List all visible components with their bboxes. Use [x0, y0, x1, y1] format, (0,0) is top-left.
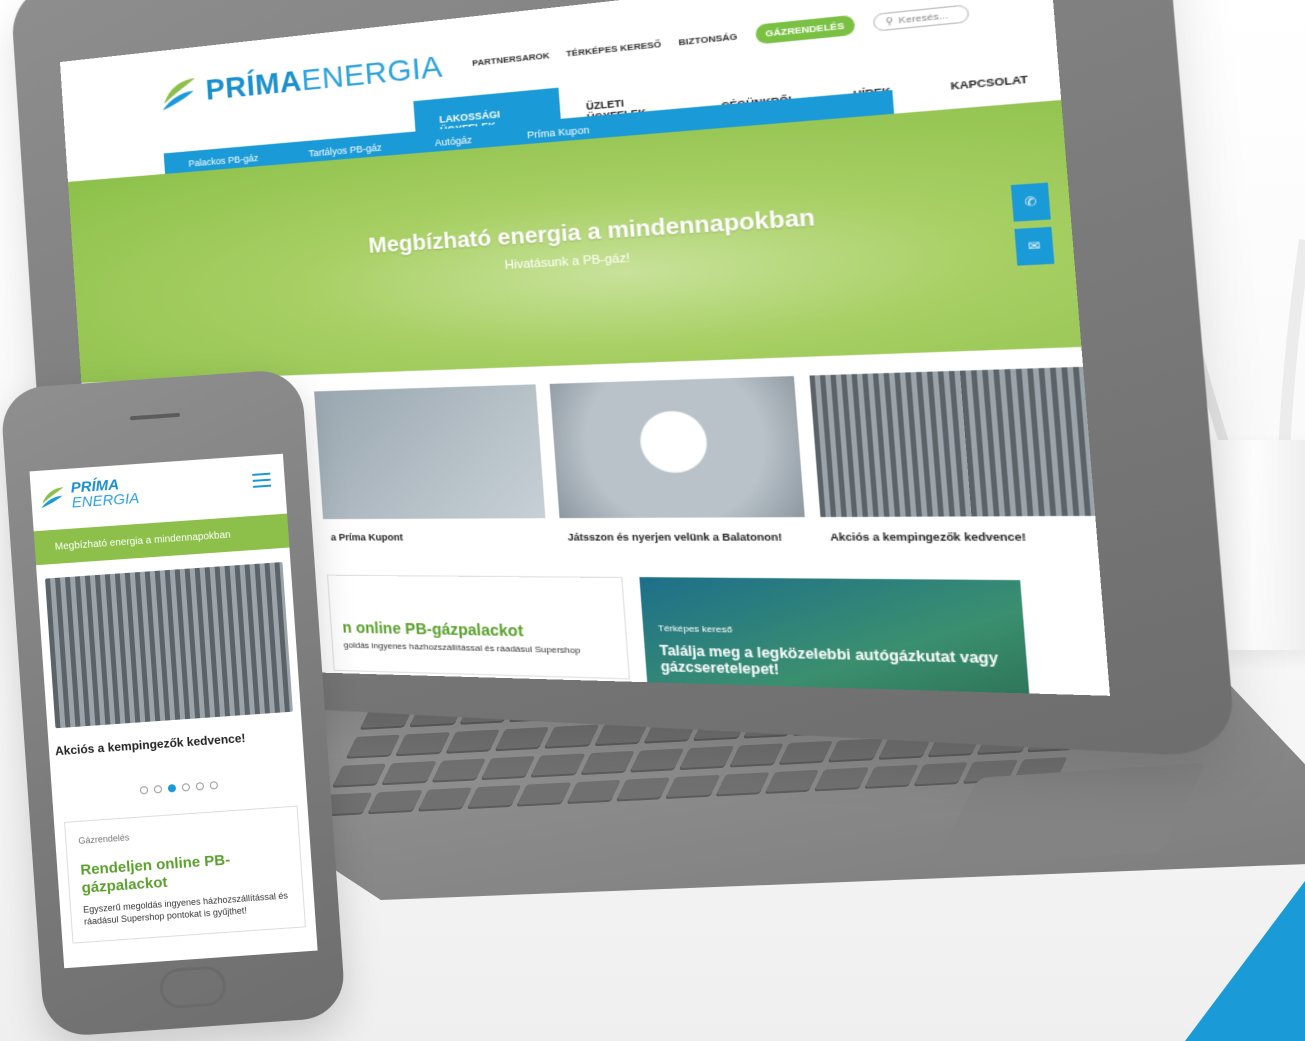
keyboard-key	[679, 745, 735, 771]
keyboard-key	[565, 779, 621, 805]
leaf-logo-icon	[161, 78, 197, 111]
map-title: Találja meg a legközelebbi autógázkutat …	[658, 642, 999, 678]
keyboard-key	[814, 767, 870, 792]
keyboard-key	[395, 732, 451, 757]
phone-screen: PRÍMA ENERGIA Megbízható energia a minde…	[29, 453, 318, 969]
map-label: Térképes kereső	[657, 623, 733, 635]
keyboard-key	[544, 724, 600, 749]
card-image-coupon	[314, 384, 546, 520]
keyboard-key	[827, 738, 883, 763]
brand-logo[interactable]: PRÍMAENERGIA	[159, 48, 444, 112]
order-promo-box[interactable]: n online PB-gázpalackot goldás ingyenes …	[326, 574, 631, 680]
carousel-dot[interactable]	[195, 782, 205, 791]
mobile-wordmark: PRÍMA ENERGIA	[70, 476, 140, 512]
carousel-dot[interactable]	[139, 785, 149, 795]
map-finder-box[interactable]: Térképes kereső Találja meg a legközeleb…	[639, 577, 1032, 696]
mobile-card-label: Gázrendelés	[78, 832, 130, 846]
tab-kapcsolat[interactable]: KAPCSOLAT	[919, 61, 1061, 105]
leaf-logo-icon	[41, 487, 64, 508]
phone-speaker	[129, 412, 181, 421]
promo-title: n online PB-gázpalackot	[341, 618, 524, 640]
mobile-slide-image[interactable]	[45, 562, 293, 729]
search-icon: ⚲	[885, 15, 894, 28]
keyboard-key	[381, 761, 437, 786]
top-link-partnersarok[interactable]: PARTNERSAROK	[472, 50, 550, 68]
keyboard-key	[530, 753, 586, 778]
brand-name-light: ENERGIA	[300, 49, 444, 97]
keyboard-key	[863, 764, 919, 789]
phone-device: PRÍMA ENERGIA Megbízható energia a minde…	[0, 368, 347, 1038]
brand-name-bold: PRÍMA	[204, 64, 303, 107]
carousel-dot-active[interactable]	[167, 784, 177, 793]
card-image-mug	[549, 376, 806, 519]
search-box[interactable]: ⚲ Keresés...	[872, 4, 970, 32]
keyboard-key	[728, 743, 784, 768]
mobile-order-card[interactable]: Gázrendelés Rendeljen online PB-gázpalac…	[64, 805, 306, 944]
keyboard-key	[516, 782, 572, 807]
card-image-grill	[809, 366, 1096, 518]
mobile-brand-logo[interactable]: PRÍMA ENERGIA	[38, 476, 140, 513]
news-card[interactable]: a Príma Kupont	[314, 384, 548, 556]
phone-home-button	[158, 965, 228, 1010]
keyboard-key	[714, 772, 770, 797]
card-caption: Akciós a kempingezők kedvence!	[829, 530, 1027, 544]
news-card[interactable]: Játsszon és nyerjen velünk a Balatonon!	[549, 376, 808, 557]
card-caption: a Príma Kupont	[330, 531, 404, 543]
brand-wordmark: PRÍMAENERGIA	[205, 49, 444, 107]
order-gas-button[interactable]: GÁZRENDELÉS	[754, 14, 856, 45]
carousel-dots	[52, 775, 306, 801]
phone-contact-button[interactable]: ✆	[1010, 182, 1051, 222]
keyboard-key	[579, 750, 635, 776]
keyboard-key	[431, 758, 487, 783]
mail-icon: ✉	[1027, 239, 1041, 254]
carousel-dot[interactable]	[209, 781, 219, 790]
top-link-biztonsag[interactable]: BIZTONSÁG	[678, 31, 738, 47]
search-placeholder: Keresés...	[898, 9, 949, 26]
phone-icon: ✆	[1024, 195, 1038, 210]
keyboard-key	[778, 740, 834, 766]
sub-nav-prima-kupon[interactable]: Príma Kupon	[527, 124, 590, 140]
keyboard-key	[367, 789, 423, 815]
keyboard-key	[665, 774, 721, 800]
sub-nav-autogaz[interactable]: Autógáz	[435, 134, 473, 148]
keyboard-key	[466, 784, 522, 810]
keyboard-key	[417, 787, 473, 812]
hero-subtitle: Hivatásunk a PB-gáz!	[504, 251, 631, 273]
keyboard-key	[913, 762, 969, 787]
mail-contact-button[interactable]: ✉	[1014, 226, 1055, 266]
promo-text: goldás ingyenes házhozszállítással és rá…	[343, 640, 581, 656]
carousel-dot[interactable]	[153, 784, 163, 794]
keyboard-key	[615, 777, 671, 802]
news-card[interactable]: Akciós a kempingezők kedvence!	[809, 366, 1099, 559]
mockup-scene: PRÍMAENERGIA PARTNERSAROK TÉRKÉPES KERES…	[0, 0, 1305, 1041]
mobile-card-title: Rendeljen online PB-gázpalackot	[79, 851, 231, 897]
keyboard-key	[480, 755, 536, 781]
keyboard-key	[494, 727, 550, 752]
carousel-dot[interactable]	[181, 783, 191, 792]
keyboard-key	[629, 748, 685, 773]
mobile-brand-line2: ENERGIA	[71, 489, 140, 512]
hero-title: Megbízható energia a mindennapokban	[367, 205, 816, 259]
card-caption: Játsszon és nyerjen velünk a Balatonon!	[567, 531, 783, 544]
keyboard-key	[764, 769, 820, 794]
top-link-terkepes-kereso[interactable]: TÉRKÉPES KERESŐ	[566, 39, 662, 59]
hamburger-menu-icon[interactable]	[252, 472, 272, 488]
keyboard-key	[444, 729, 500, 754]
